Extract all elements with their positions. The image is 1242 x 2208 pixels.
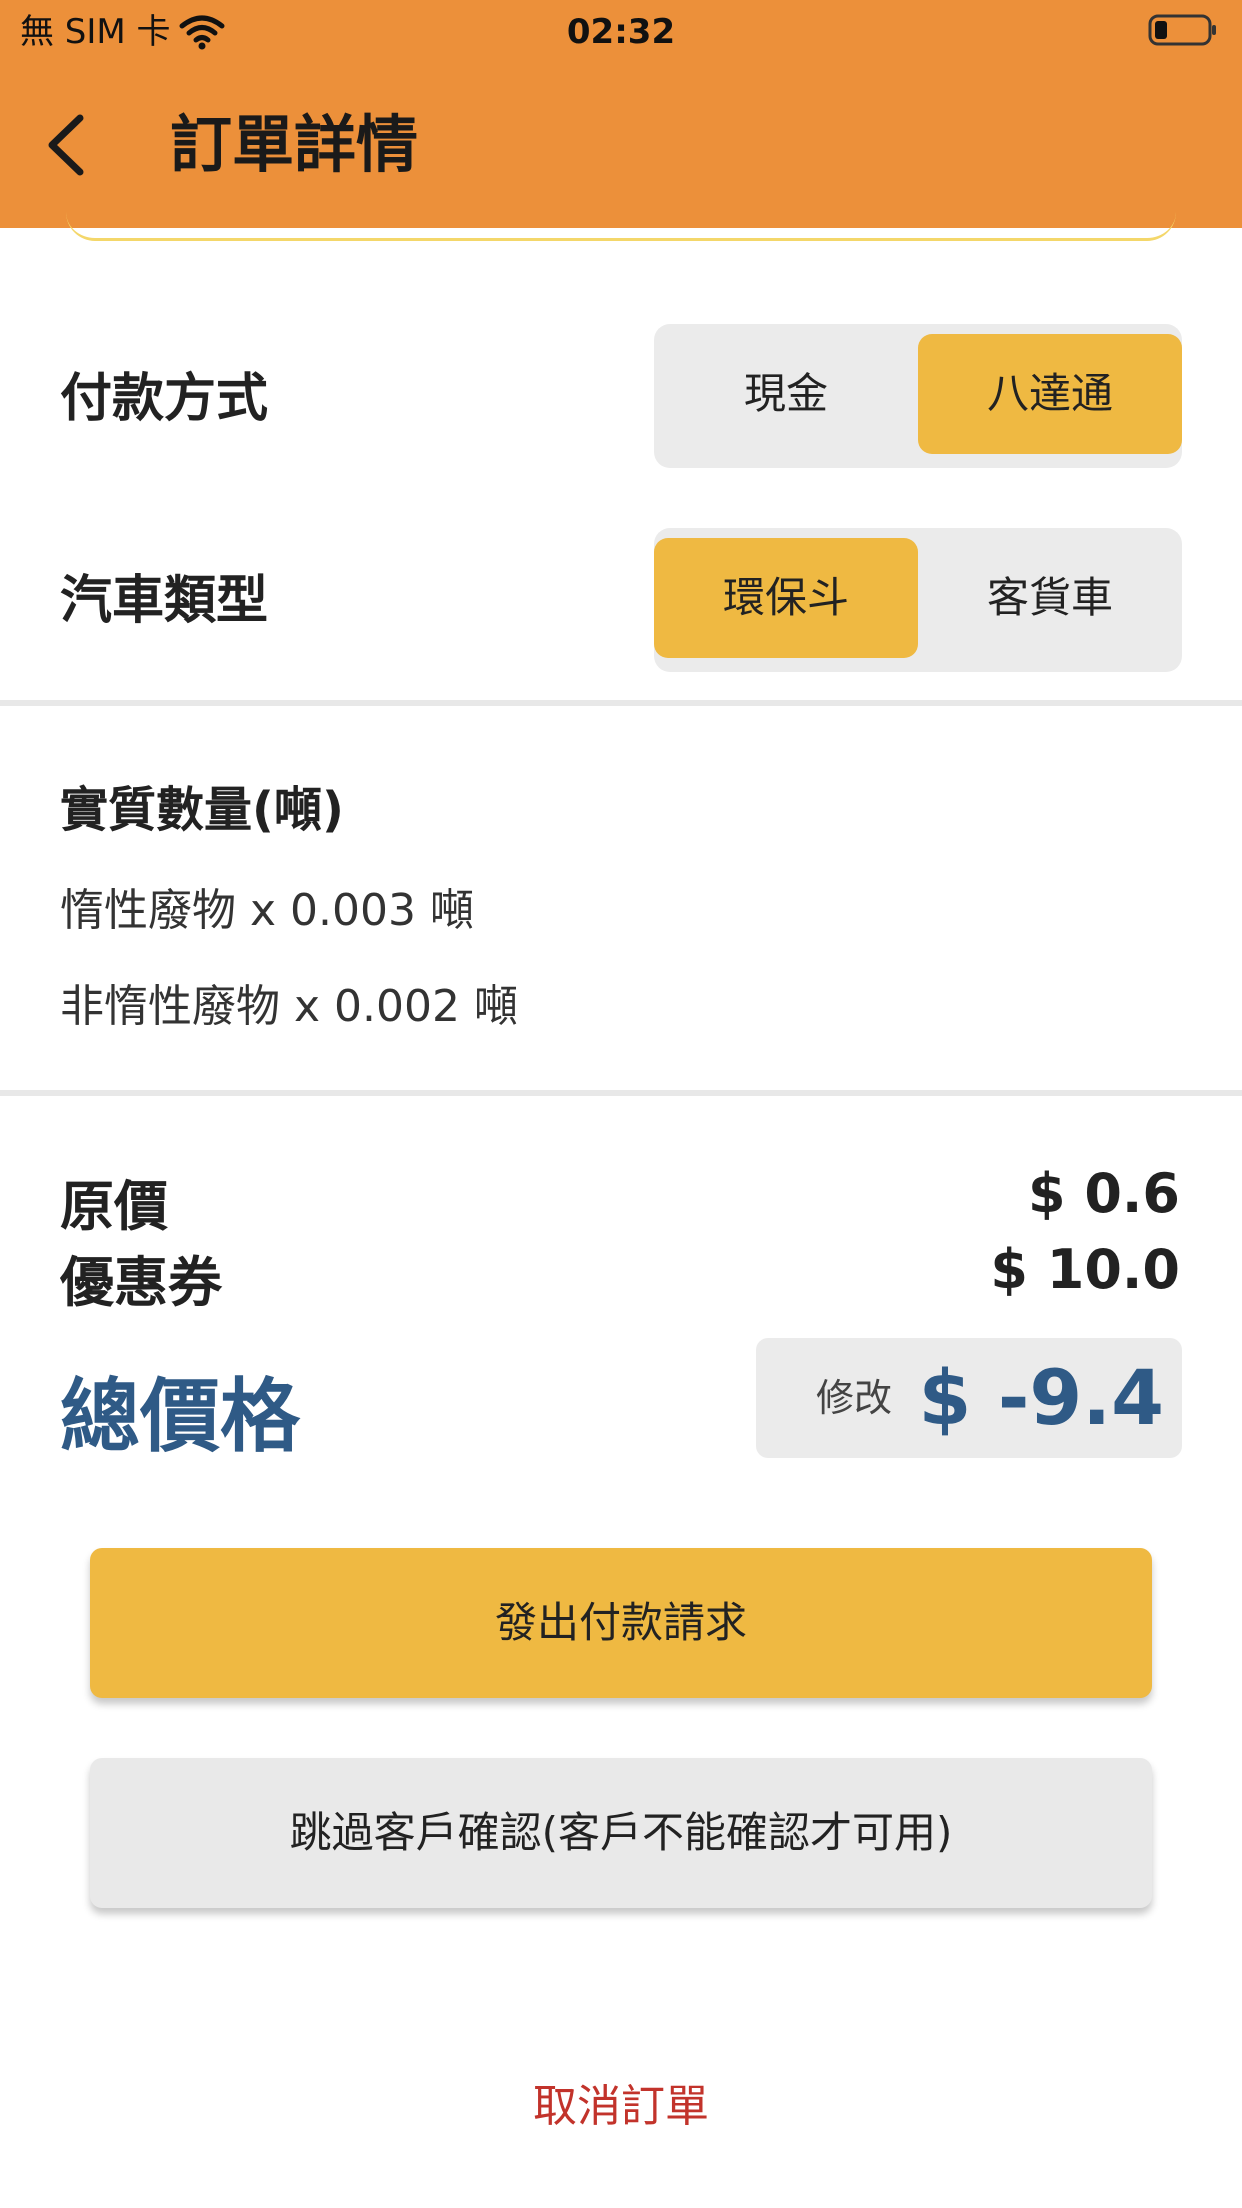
- payment-option-cash[interactable]: 現金: [654, 334, 918, 454]
- app-header: 無 SIM 卡 02:32 訂單詳情: [0, 0, 1242, 228]
- section-divider: [0, 700, 1242, 706]
- quantity-title: 實質數量(噸): [60, 782, 344, 838]
- vehicle-option-skip[interactable]: 環保斗: [654, 538, 918, 658]
- status-time: 02:32: [566, 12, 676, 52]
- total-price-label: 總價格: [60, 1370, 300, 1463]
- quantity-item: 非惰性廢物 x 0.002 噸: [60, 981, 518, 1032]
- cancel-order-link[interactable]: 取消訂單: [0, 2070, 1242, 2134]
- skip-customer-confirmation-button[interactable]: 跳過客戶確認(客戶不能確認才可用): [90, 1758, 1152, 1908]
- section-divider: [0, 1090, 1242, 1096]
- vehicle-option-van[interactable]: 客貨車: [918, 538, 1182, 658]
- modify-price-button[interactable]: 修改: [816, 1338, 892, 1458]
- quantity-item: 惰性廢物 x 0.003 噸: [60, 885, 474, 936]
- vehicle-type-label: 汽車類型: [60, 571, 269, 631]
- chevron-left-icon: [48, 114, 84, 176]
- payment-method-label: 付款方式: [60, 369, 269, 429]
- original-price-label: 原價: [60, 1175, 168, 1238]
- coupon-label: 優惠券: [60, 1251, 222, 1314]
- original-price-value: $ 0.6: [1027, 1162, 1180, 1225]
- send-payment-request-button[interactable]: 發出付款請求: [90, 1548, 1152, 1698]
- vehicle-type-toggle: 環保斗 客貨車: [654, 528, 1182, 672]
- card-edge: [66, 212, 1176, 241]
- total-price-box: 修改 $ -9.4: [756, 1338, 1182, 1458]
- page-title: 訂單詳情: [170, 108, 419, 181]
- coupon-value: $ 10.0: [990, 1238, 1180, 1301]
- payment-option-octopus[interactable]: 八達通: [918, 334, 1182, 454]
- total-price-value: $ -9.4: [918, 1353, 1164, 1442]
- back-button[interactable]: [40, 100, 100, 190]
- payment-method-toggle: 現金 八達通: [654, 324, 1182, 468]
- battery-icon: [1148, 14, 1218, 46]
